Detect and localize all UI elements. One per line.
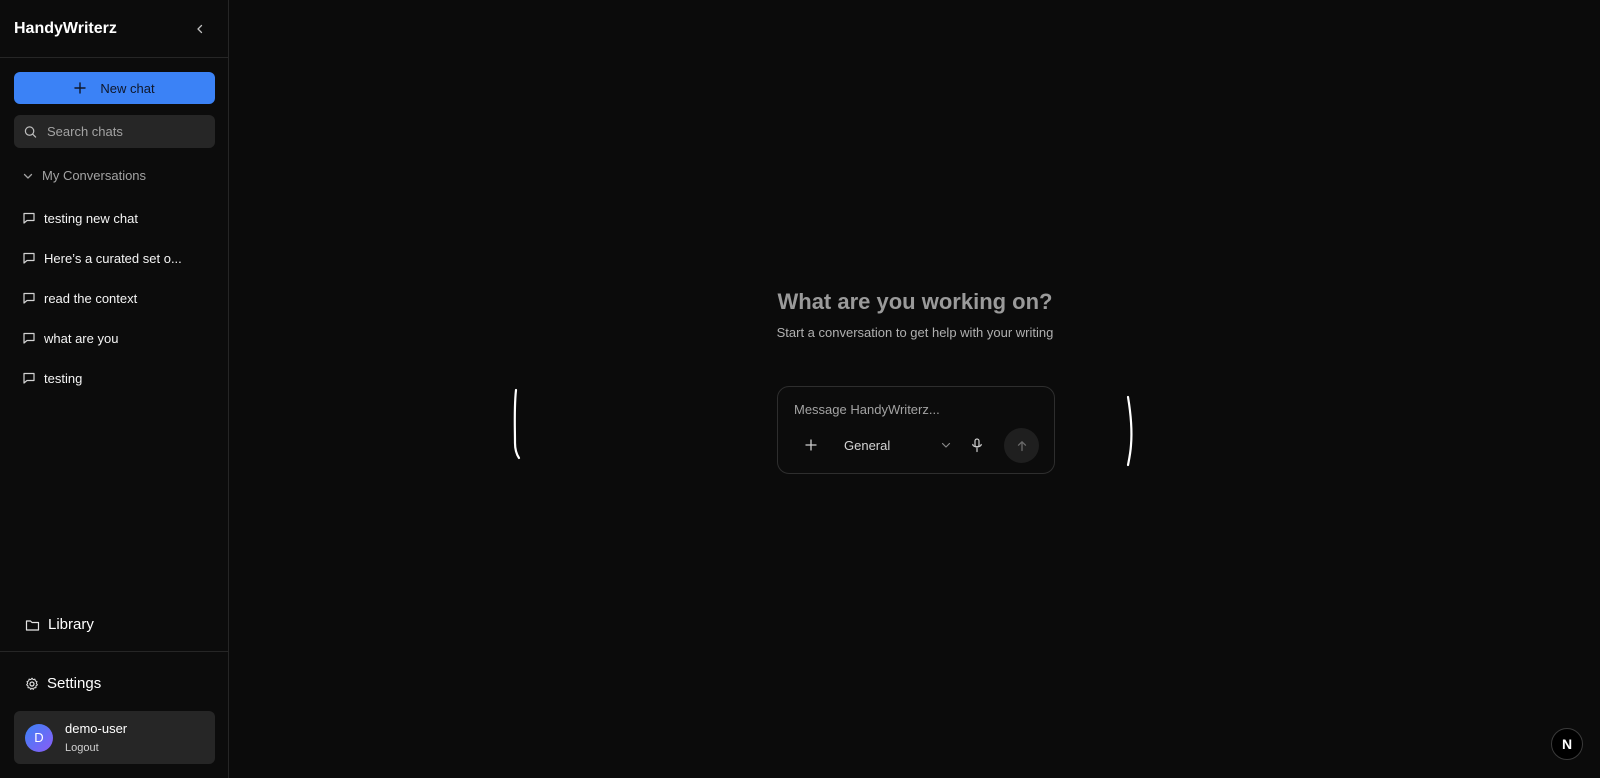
conversation-title: what are you [44, 330, 119, 346]
folder-icon [25, 619, 40, 631]
send-button[interactable] [1004, 428, 1039, 463]
conversation-title: testing [44, 370, 83, 386]
right-bracket-mark [1126, 395, 1133, 467]
chevron-left-icon [197, 24, 203, 33]
user-name: demo-user [65, 721, 128, 736]
settings-link[interactable]: Settings [25, 675, 101, 692]
app-title: HandyWriterz [14, 19, 117, 37]
plus-icon [805, 439, 817, 451]
search-box [14, 115, 215, 148]
collapse-sidebar-button[interactable] [190, 19, 210, 39]
chat-bubble-icon [23, 372, 35, 384]
attach-button[interactable] [802, 436, 820, 454]
chat-bubble-icon [23, 332, 35, 344]
app-root: HandyWriterz New chat My Co [0, 0, 1600, 778]
new-chat-label: New chat [100, 80, 155, 96]
dev-badge-label: N [1561, 736, 1573, 752]
chevron-down-icon [23, 173, 33, 179]
mic-icon [972, 437, 982, 452]
conversation-item[interactable]: Here’s a curated set o... [22, 248, 222, 268]
composer: General [777, 386, 1055, 474]
conversation-title: read the context [44, 290, 138, 306]
conversation-item[interactable]: what are you [22, 328, 222, 348]
sidebar-divider [0, 651, 229, 652]
plus-icon [74, 82, 87, 94]
chat-bubble-icon [23, 252, 35, 264]
main-area: What are you working on? Start a convers… [230, 0, 1600, 778]
sidebar-header: HandyWriterz [0, 0, 228, 58]
voice-input-button[interactable] [968, 436, 986, 454]
search-icon [24, 125, 37, 138]
chevron-down-icon [941, 442, 951, 448]
search-input[interactable] [45, 123, 205, 140]
conversation-title: testing new chat [44, 210, 138, 226]
message-input[interactable] [792, 401, 1042, 418]
conversation-list: testing new chat Here’s a curated set o.… [22, 208, 222, 408]
avatar[interactable]: D [25, 723, 53, 752]
user-meta: demo-user Logout [65, 721, 127, 754]
library-label: Library [48, 616, 94, 633]
mode-select[interactable]: General [844, 436, 952, 454]
left-bracket-mark [513, 388, 521, 460]
chat-bubble-icon [23, 292, 35, 304]
conversation-title: Here’s a curated set o... [44, 250, 182, 266]
chat-bubble-icon [23, 212, 35, 224]
arrow-up-icon [1017, 440, 1026, 451]
conversation-item[interactable]: read the context [22, 288, 222, 308]
page-subtitle: Start a conversation to get help with yo… [776, 325, 1054, 340]
gear-icon [26, 677, 38, 690]
conversation-item[interactable]: testing new chat [22, 208, 222, 228]
sidebar: HandyWriterz New chat My Co [0, 0, 229, 778]
mode-selected-value: General [844, 437, 891, 453]
new-chat-button[interactable]: New chat [14, 72, 215, 104]
my-conversations-toggle[interactable]: My Conversations [22, 168, 146, 183]
logout-link[interactable]: Logout [65, 742, 127, 754]
page-title: What are you working on? [777, 289, 1053, 314]
user-card: D demo-user Logout [14, 711, 215, 764]
dev-badge-button[interactable]: N [1551, 728, 1583, 760]
settings-label: Settings [47, 675, 102, 692]
library-link[interactable]: Library [25, 616, 94, 633]
section-title: My Conversations [42, 168, 147, 183]
conversation-item[interactable]: testing [22, 368, 222, 388]
